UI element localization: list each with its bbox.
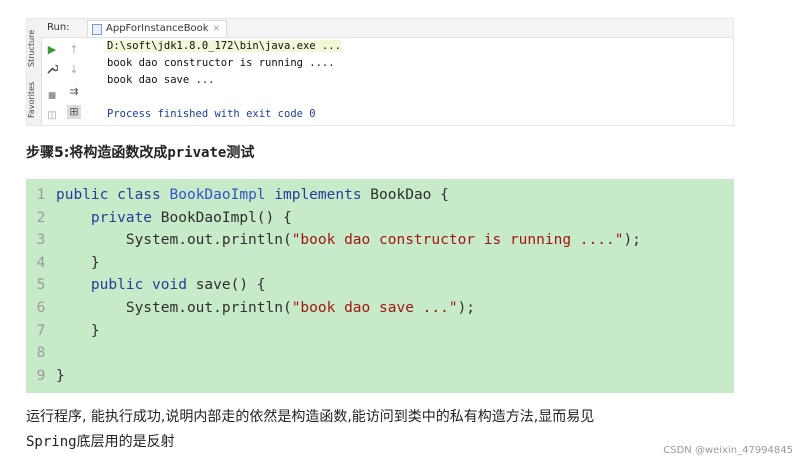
line-number: 5 (36, 277, 46, 294)
left-toolbar: ▶ ■ ◫ (41, 37, 63, 125)
code-line: 8 (26, 342, 734, 364)
code-token: public class (56, 187, 170, 203)
java-file-icon (92, 23, 102, 35)
run-tool-header: Run: AppForInstanceBook × (41, 19, 733, 38)
code-token: } (56, 322, 100, 339)
line-number: 8 (36, 345, 46, 362)
run-config-tab[interactable]: AppForInstanceBook × (87, 20, 228, 37)
code-token: implements (265, 187, 371, 203)
down-arrow-icon[interactable]: ↓ (67, 63, 81, 77)
camera-icon[interactable]: ◫ (45, 109, 59, 123)
code-token: } (56, 367, 65, 384)
code-token: } (56, 254, 100, 271)
code-token: ); (623, 232, 641, 249)
console-line: book dao constructor is running .... (107, 57, 335, 69)
step-heading-suffix: 测试 (226, 145, 255, 161)
code-block: 1 public class BookDaoImpl implements Boo… (26, 179, 734, 393)
line-number: 4 (36, 254, 46, 271)
run-icon[interactable]: ▶ (45, 43, 59, 57)
run-config-tab-label: AppForInstanceBook (106, 23, 209, 34)
line-number: 6 (36, 300, 46, 316)
code-token: BookDao { (370, 187, 449, 203)
console-line: D:\soft\jdk1.8.0_172\bin\java.exe ... (107, 40, 341, 52)
code-token: private (90, 209, 161, 226)
code-line: 2 private BookDaoImpl() { (26, 207, 734, 229)
up-arrow-icon[interactable]: ↑ (67, 43, 81, 57)
paragraph-line-2: Spring底层用的是反射 (26, 430, 726, 455)
code-line: 3 System.out.println("book dao construct… (26, 229, 734, 251)
line-number: 3 (36, 232, 46, 249)
code-line: 5 public void save() { (26, 274, 734, 296)
paragraph-line-2-rest: 底层用的是反射 (76, 434, 175, 450)
code-token: save() { (195, 277, 266, 294)
code-token: BookDaoImpl() { (160, 209, 292, 226)
scroll-to-end-icon[interactable]: ⊞ (67, 105, 81, 119)
line-number: 1 (36, 187, 46, 203)
soft-wrap-icon[interactable]: ⇉ (67, 85, 81, 99)
ide-run-panel: Structure Favorites Run: AppForInstanceB… (26, 18, 734, 126)
code-token: System.out.println( (56, 232, 292, 249)
console-exit-line: Process finished with exit code 0 (107, 108, 316, 120)
code-token: BookDaoImpl (169, 187, 266, 203)
code-line: 1 public class BookDaoImpl implements Boo… (26, 184, 734, 206)
stop-icon[interactable]: ■ (45, 89, 59, 103)
line-number: 9 (36, 367, 46, 384)
code-token: ); (457, 300, 476, 316)
csdn-watermark: CSDN @weixin_47994845 (663, 445, 793, 456)
run-label: Run: (47, 22, 70, 33)
wrench-icon[interactable] (45, 63, 59, 77)
spring-term: Spring (26, 434, 77, 450)
console-line: book dao save ... (107, 74, 215, 86)
close-tab-icon[interactable]: × (213, 21, 221, 37)
code-token: public void (90, 277, 196, 294)
code-line: 7 } (26, 320, 734, 342)
structure-side-tab[interactable]: Structure (27, 25, 41, 71)
paragraph-line-1: 运行程序, 能执行成功,说明内部走的依然是构造函数,能访问到类中的私有构造方法,… (26, 409, 595, 425)
console-output: D:\soft\jdk1.8.0_172\bin\java.exe ... bo… (107, 37, 733, 125)
explanation-paragraph: 运行程序, 能执行成功,说明内部走的依然是构造函数,能访问到类中的私有构造方法,… (26, 405, 726, 455)
favorites-side-tab[interactable]: Favorites (27, 77, 41, 123)
line-number: 2 (36, 209, 46, 226)
right-toolbar: ↑ ↓ ⇉ ⊞ (63, 37, 85, 125)
ide-side-strip: Structure Favorites (27, 19, 42, 125)
code-token: System.out.println( (56, 300, 292, 316)
step-heading-keyword: private (167, 145, 227, 161)
line-number: 7 (36, 322, 46, 339)
code-line: 6 System.out.println("book dao save ..."… (26, 297, 734, 319)
code-token: "book dao save ..." (291, 300, 458, 316)
step-heading: 步骤5:将构造函数改成private测试 (26, 142, 254, 162)
code-line: 4 } (26, 252, 734, 274)
step-heading-prefix: 步骤5:将构造函数改成 (26, 145, 168, 161)
code-line: 9} (26, 365, 734, 387)
code-token: "book dao constructor is running ...." (291, 232, 624, 249)
